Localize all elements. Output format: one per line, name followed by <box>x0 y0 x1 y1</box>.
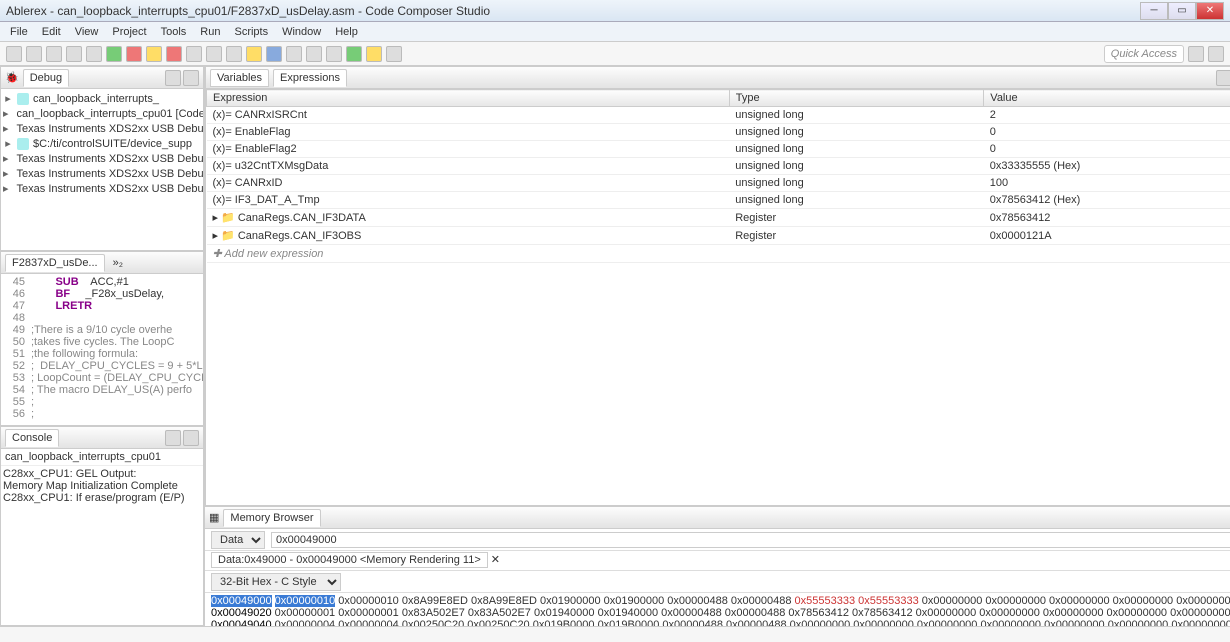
expressions-table[interactable]: ExpressionTypeValue (x)= CANRxISRCntunsi… <box>206 89 1230 263</box>
refresh-icon[interactable] <box>326 46 342 62</box>
menu-view[interactable]: View <box>69 24 105 40</box>
expression-row[interactable]: ▸ 📁 CanaRegs.CAN_IF3DATARegister0x785634… <box>207 209 1230 227</box>
debug-tree-item[interactable]: ▸ Texas Instruments XDS2xx USB Debu <box>3 151 201 166</box>
step-into-icon[interactable] <box>186 46 202 62</box>
folder-icon[interactable] <box>86 46 102 62</box>
expression-row[interactable]: ▸ 📁 CanaRegs.CAN_IF3OBSRegister0x0000121… <box>207 227 1230 245</box>
run-icon[interactable] <box>346 46 362 62</box>
debug-drop-icon[interactable] <box>165 70 181 86</box>
memory-icon: ▦ <box>209 511 219 524</box>
stop-icon[interactable] <box>126 46 142 62</box>
debug-tree-item[interactable]: ▸ $C:/ti/controlSUITE/device_supp <box>3 136 201 151</box>
perspective-ccs-icon[interactable] <box>1188 46 1204 62</box>
graph-icon[interactable] <box>366 46 382 62</box>
debug-tree-item[interactable]: ▸can_loopback_interrupts_cpu01 [Code <box>3 106 201 121</box>
debug-tree-item[interactable]: ▸ Texas Instruments XDS2xx USB Debu <box>3 121 201 136</box>
status-bar <box>0 626 1230 642</box>
pin-icon[interactable] <box>165 430 181 446</box>
tab-memory-browser[interactable]: Memory Browser <box>223 509 320 527</box>
pause-icon[interactable] <box>146 46 162 62</box>
expression-row[interactable]: (x)= IF3_DAT_A_Tmpunsigned long0x7856341… <box>207 192 1230 209</box>
hammer-icon[interactable] <box>66 46 82 62</box>
tab-editor[interactable]: F2837xD_usDe... <box>5 254 105 272</box>
debug-tree-item[interactable]: ▸ Texas Instruments XDS2xx USB Debu <box>3 166 201 181</box>
memory-data[interactable]: 0x00049000 0x00000010 0x00000010 0x8A99E… <box>205 593 1230 626</box>
memory-rendering-tab[interactable]: Data:0x49000 - 0x00049000 <Memory Render… <box>211 552 488 568</box>
menu-bar: FileEditViewProjectToolsRunScriptsWindow… <box>0 22 1230 42</box>
menu-tools[interactable]: Tools <box>155 24 193 40</box>
menu-help[interactable]: Help <box>329 24 364 40</box>
code-editor[interactable]: 45 SUB ACC,#146 BF _F28x_usDelay,47 LRET… <box>1 274 203 425</box>
chip-icon[interactable] <box>306 46 322 62</box>
window-title: Ablerex - can_loopback_interrupts_cpu01/… <box>6 4 1140 18</box>
build-icon[interactable] <box>46 46 62 62</box>
bug-icon: 🐞 <box>5 71 19 84</box>
memory-space-select[interactable]: Data <box>211 531 265 549</box>
save-icon[interactable] <box>26 46 42 62</box>
more-icon[interactable] <box>386 46 402 62</box>
menu-file[interactable]: File <box>4 24 34 40</box>
reset-icon[interactable] <box>266 46 282 62</box>
title-bar: Ablerex - can_loopback_interrupts_cpu01/… <box>0 0 1230 22</box>
expression-row[interactable]: (x)= EnableFlag2unsigned long0 <box>207 141 1230 158</box>
menu-edit[interactable]: Edit <box>36 24 67 40</box>
expression-row[interactable]: (x)= CANRxISRCntunsigned long2 <box>207 107 1230 124</box>
add-expression[interactable]: ✚ Add new expression <box>207 245 1230 263</box>
tab-debug[interactable]: Debug <box>23 69 69 87</box>
menu-run[interactable]: Run <box>194 24 226 40</box>
step-over-icon[interactable] <box>206 46 222 62</box>
expression-row[interactable]: (x)= EnableFlagunsigned long0 <box>207 124 1230 141</box>
resume-icon[interactable] <box>106 46 122 62</box>
close-button[interactable]: ✕ <box>1196 2 1224 20</box>
tab-variables[interactable]: Variables <box>210 69 269 87</box>
console-output[interactable]: C28xx_CPU1: GEL Output:Memory Map Initia… <box>1 466 203 625</box>
memory-address-input[interactable] <box>271 532 1230 548</box>
minimize-button[interactable]: ─ <box>1140 2 1168 20</box>
tab-console[interactable]: Console <box>5 429 59 447</box>
console-title: can_loopback_interrupts_cpu01 <box>1 449 203 466</box>
new-icon[interactable] <box>6 46 22 62</box>
expression-row[interactable]: (x)= u32CntTXMsgDataunsigned long0x33335… <box>207 158 1230 175</box>
debug-tree[interactable]: ▸can_loopback_interrupts_▸can_loopback_i… <box>1 89 203 250</box>
maximize-button[interactable]: ▭ <box>1168 2 1196 20</box>
main-toolbar: Quick Access <box>0 42 1230 66</box>
display-icon[interactable] <box>183 430 199 446</box>
perspective-debug-icon[interactable] <box>1208 46 1224 62</box>
debug-tree-item[interactable]: ▸can_loopback_interrupts_ <box>3 91 201 106</box>
restart-icon[interactable] <box>246 46 262 62</box>
tab-expressions[interactable]: Expressions <box>273 69 347 87</box>
grid-icon[interactable] <box>286 46 302 62</box>
expression-row[interactable]: (x)= CANRxIDunsigned long100 <box>207 175 1230 192</box>
menu-project[interactable]: Project <box>106 24 152 40</box>
minimize-icon[interactable] <box>183 70 199 86</box>
menu-window[interactable]: Window <box>276 24 327 40</box>
step-return-icon[interactable] <box>226 46 242 62</box>
collapse-icon[interactable] <box>1216 70 1230 86</box>
menu-scripts[interactable]: Scripts <box>228 24 274 40</box>
debug-tree-item[interactable]: ▸ Texas Instruments XDS2xx USB Debu <box>3 181 201 196</box>
terminate-icon[interactable] <box>166 46 182 62</box>
memory-format-select[interactable]: 32-Bit Hex - C Style <box>211 573 341 591</box>
quick-access[interactable]: Quick Access <box>1104 45 1184 63</box>
